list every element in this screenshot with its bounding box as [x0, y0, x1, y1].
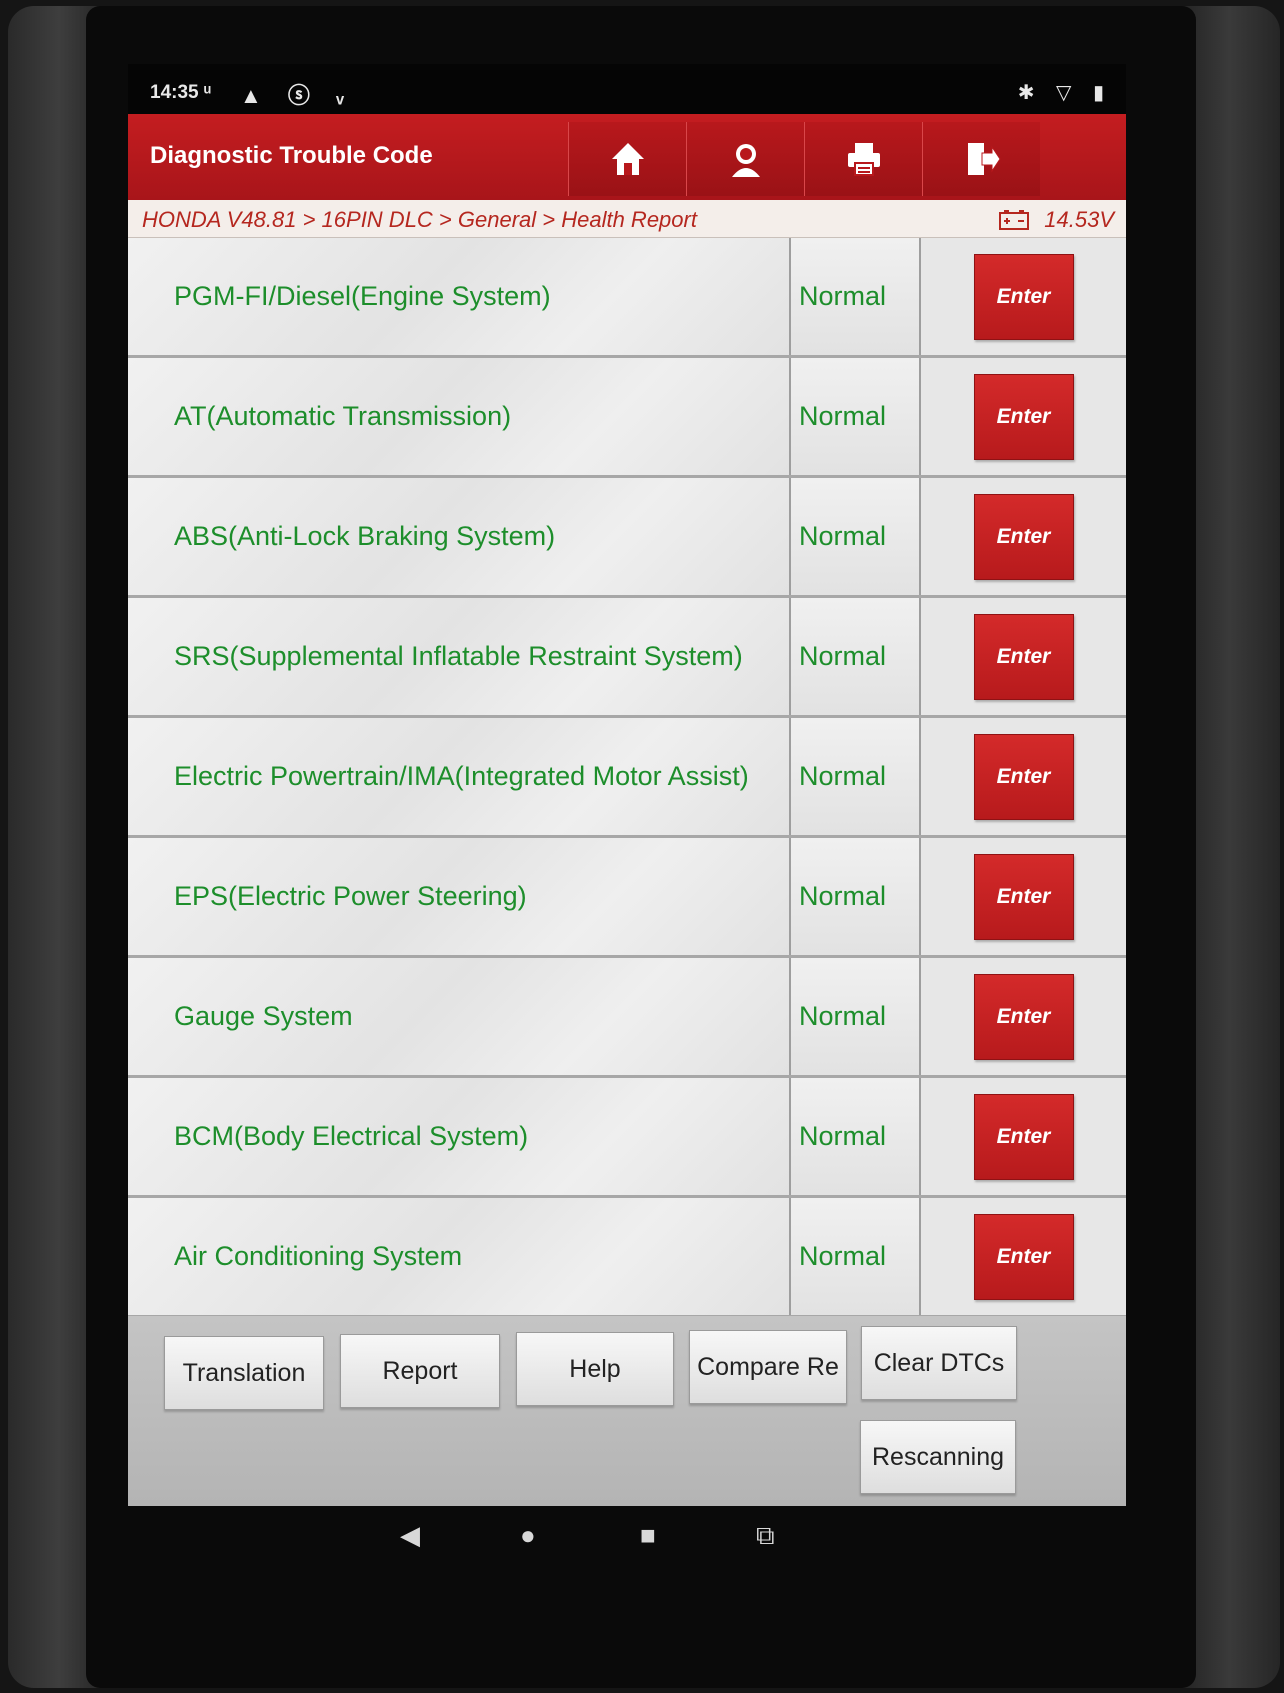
enter-button[interactable]: Enter [973, 1213, 1074, 1300]
voltage-value: 14.53V [1044, 207, 1114, 232]
table-row: Electric Powertrain/IMA(Integrated Motor… [128, 718, 1126, 838]
system-name[interactable]: EPS(Electric Power Steering) [128, 838, 791, 955]
screenshot-icon[interactable]: ⧉ [756, 1520, 775, 1552]
recents-icon[interactable]: ■ [640, 1520, 656, 1551]
battery-voltage: 14.53V [998, 207, 1114, 233]
table-row: SRS(Supplemental Inflatable Restraint Sy… [128, 598, 1126, 718]
home-nav-icon[interactable]: ● [520, 1520, 536, 1551]
system-status: Normal [791, 958, 921, 1075]
system-status: Normal [791, 718, 921, 835]
clear-dtcs-button[interactable]: Clear DTCs [861, 1326, 1017, 1400]
system-name[interactable]: AT(Automatic Transmission) [128, 358, 791, 475]
enter-button[interactable]: Enter [973, 973, 1074, 1060]
exit-icon [967, 143, 1001, 175]
system-name[interactable]: Air Conditioning System [128, 1198, 791, 1315]
system-status: Normal [791, 1078, 921, 1195]
action-cell: Enter [921, 358, 1126, 475]
enter-button[interactable]: Enter [973, 1093, 1074, 1180]
status-bar: 14:35 ᵘ ▲ ⓢ ᵥ ✱ ▽ ▮ [128, 64, 1126, 114]
table-row: PGM-FI/Diesel(Engine System) Normal Ente… [128, 238, 1126, 358]
system-status: Normal [791, 838, 921, 955]
table-row: Air Conditioning System Normal Enter [128, 1198, 1126, 1316]
system-list[interactable]: PGM-FI/Diesel(Engine System) Normal Ente… [128, 238, 1126, 1316]
help-button[interactable]: Help [516, 1332, 674, 1406]
support-button[interactable] [686, 122, 804, 196]
system-status: Normal [791, 598, 921, 715]
translation-button[interactable]: Translation [164, 1336, 324, 1410]
table-row: AT(Automatic Transmission) Normal Enter [128, 358, 1126, 478]
action-cell: Enter [921, 1078, 1126, 1195]
system-status: Normal [791, 238, 921, 355]
function-bar: Translation Report Help Compare Re Clear… [128, 1316, 1126, 1506]
action-cell: Enter [921, 838, 1126, 955]
system-name[interactable]: Electric Powertrain/IMA(Integrated Motor… [128, 718, 791, 835]
battery-icon [999, 210, 1030, 230]
home-button[interactable] [568, 122, 686, 196]
enter-button[interactable]: Enter [973, 373, 1074, 460]
system-name[interactable]: SRS(Supplemental Inflatable Restraint Sy… [128, 598, 791, 715]
action-cell: Enter [921, 1198, 1126, 1315]
exit-button[interactable] [922, 122, 1040, 196]
system-name[interactable]: Gauge System [128, 958, 791, 1075]
rescanning-button[interactable]: Rescanning [860, 1420, 1016, 1494]
enter-button[interactable]: Enter [973, 853, 1074, 940]
printer-icon [847, 143, 880, 176]
report-button[interactable]: Report [340, 1334, 500, 1408]
action-cell: Enter [921, 958, 1126, 1075]
table-row: Gauge System Normal Enter [128, 958, 1126, 1078]
breadcrumb-path: HONDA V48.81 > 16PIN DLC > General > Hea… [142, 207, 697, 232]
status-time: 14:35 ᵘ [150, 82, 211, 103]
home-icon [611, 143, 644, 175]
action-cell: Enter [921, 478, 1126, 595]
action-cell: Enter [921, 598, 1126, 715]
app-header: Diagnostic Trouble Code [128, 114, 1126, 200]
system-status: Normal [791, 478, 921, 595]
system-name[interactable]: PGM-FI/Diesel(Engine System) [128, 238, 791, 355]
enter-button[interactable]: Enter [973, 253, 1074, 340]
back-icon[interactable]: ◀ [400, 1520, 420, 1551]
table-row: ABS(Anti-Lock Braking System) Normal Ent… [128, 478, 1126, 598]
breadcrumb: HONDA V48.81 > 16PIN DLC > General > Hea… [128, 200, 1126, 238]
action-cell: Enter [921, 718, 1126, 835]
compare-report-button[interactable]: Compare Re [689, 1330, 847, 1404]
system-name[interactable]: BCM(Body Electrical System) [128, 1078, 791, 1195]
android-nav-bar: ◀ ● ■ ⧉ [128, 1506, 1126, 1564]
enter-button[interactable]: Enter [973, 733, 1074, 820]
table-row: EPS(Electric Power Steering) Normal Ente… [128, 838, 1126, 958]
system-name[interactable]: ABS(Anti-Lock Braking System) [128, 478, 791, 595]
status-system-icons: ✱ ▽ ▮ [1017, 82, 1112, 104]
system-status: Normal [791, 358, 921, 475]
table-row: BCM(Body Electrical System) Normal Enter [128, 1078, 1126, 1198]
enter-button[interactable]: Enter [973, 613, 1074, 700]
page-title: Diagnostic Trouble Code [150, 142, 433, 169]
user-support-icon [731, 144, 760, 177]
screen: 14:35 ᵘ ▲ ⓢ ᵥ ✱ ▽ ▮ Diagnostic Trouble C… [128, 64, 1126, 1564]
status-notification-icons: ▲ ⓢ ᵥ [240, 83, 355, 108]
enter-button[interactable]: Enter [973, 493, 1074, 580]
action-cell: Enter [921, 238, 1126, 355]
device-frame: 14:35 ᵘ ▲ ⓢ ᵥ ✱ ▽ ▮ Diagnostic Trouble C… [8, 6, 1280, 1688]
system-status: Normal [791, 1198, 921, 1315]
print-button[interactable] [804, 122, 922, 196]
